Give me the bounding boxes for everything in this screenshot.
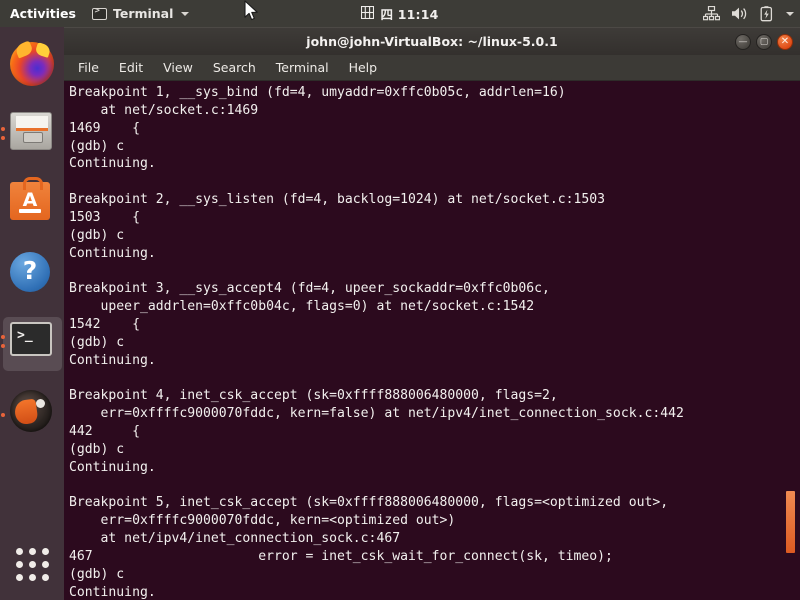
menu-file[interactable]: File (78, 60, 99, 75)
app-menu-label: Terminal (112, 6, 174, 21)
battery-icon[interactable] (760, 5, 773, 22)
scrollbar-thumb[interactable] (786, 491, 795, 554)
dock-item-ubuntu-software[interactable] (0, 173, 64, 235)
firefox-icon (10, 42, 54, 86)
terminal-icon (91, 6, 107, 20)
window-titlebar[interactable]: john@john-VirtualBox: ~/linux-5.0.1 — ▢ … (64, 27, 800, 55)
chevron-down-icon (181, 11, 190, 16)
menu-bar: File Edit View Search Terminal Help (64, 55, 800, 81)
dock-item-terminal[interactable] (0, 313, 64, 375)
mouse-cursor (244, 0, 260, 27)
show-applications-button[interactable] (0, 536, 64, 592)
activities-label: Activities (10, 6, 76, 21)
terminal-scrollbar[interactable] (785, 81, 796, 600)
menu-search[interactable]: Search (213, 60, 256, 75)
minimize-button[interactable]: — (735, 34, 751, 50)
calendar-icon (361, 5, 375, 22)
terminal-window: john@john-VirtualBox: ~/linux-5.0.1 — ▢ … (64, 27, 800, 600)
app-menu-terminal[interactable]: Terminal (84, 0, 197, 27)
running-indicator (1, 127, 5, 131)
terminal-output-area[interactable]: Breakpoint 1, __sys_bind (fd=4, umyaddr=… (64, 81, 800, 600)
menu-edit[interactable]: Edit (119, 60, 143, 75)
files-icon (10, 112, 52, 150)
gnome-top-bar: Activities Terminal 四 11:14 (0, 0, 800, 27)
dock-item-firefox[interactable] (0, 33, 64, 95)
terminal-icon (10, 322, 52, 356)
apps-grid-icon (15, 547, 49, 581)
ubuntu-software-icon (10, 177, 50, 220)
window-controls: — ▢ ✕ (735, 28, 793, 56)
running-indicator (1, 335, 5, 339)
menu-help[interactable]: Help (349, 60, 378, 75)
dock-item-files[interactable] (0, 103, 64, 165)
volume-icon[interactable] (731, 6, 749, 21)
running-indicator (1, 413, 5, 417)
launcher-dock (0, 27, 64, 600)
chevron-down-icon[interactable] (786, 11, 794, 16)
menu-terminal[interactable]: Terminal (276, 60, 329, 75)
terminal-text: Breakpoint 1, __sys_bind (fd=4, umyaddr=… (69, 85, 684, 600)
minimize-icon: — (738, 36, 748, 47)
dock-item-help[interactable] (0, 243, 64, 305)
close-icon: ✕ (780, 36, 790, 47)
running-indicator (1, 344, 5, 348)
maximize-icon: ▢ (759, 36, 769, 47)
dock-item-thunderbird[interactable] (0, 381, 64, 443)
help-icon (10, 252, 50, 292)
maximize-button[interactable]: ▢ (756, 34, 772, 50)
activities-button[interactable]: Activities (0, 0, 84, 27)
thunderbird-icon (10, 390, 52, 432)
network-icon[interactable] (703, 6, 720, 21)
running-indicator (1, 136, 5, 140)
menu-view[interactable]: View (163, 60, 193, 75)
window-title: john@john-VirtualBox: ~/linux-5.0.1 (306, 34, 558, 49)
clock-label: 四 11:14 (380, 7, 439, 22)
close-button[interactable]: ✕ (777, 34, 793, 50)
system-tray[interactable] (703, 0, 794, 27)
desktop-screen: Activities Terminal 四 11:14 (0, 0, 800, 600)
